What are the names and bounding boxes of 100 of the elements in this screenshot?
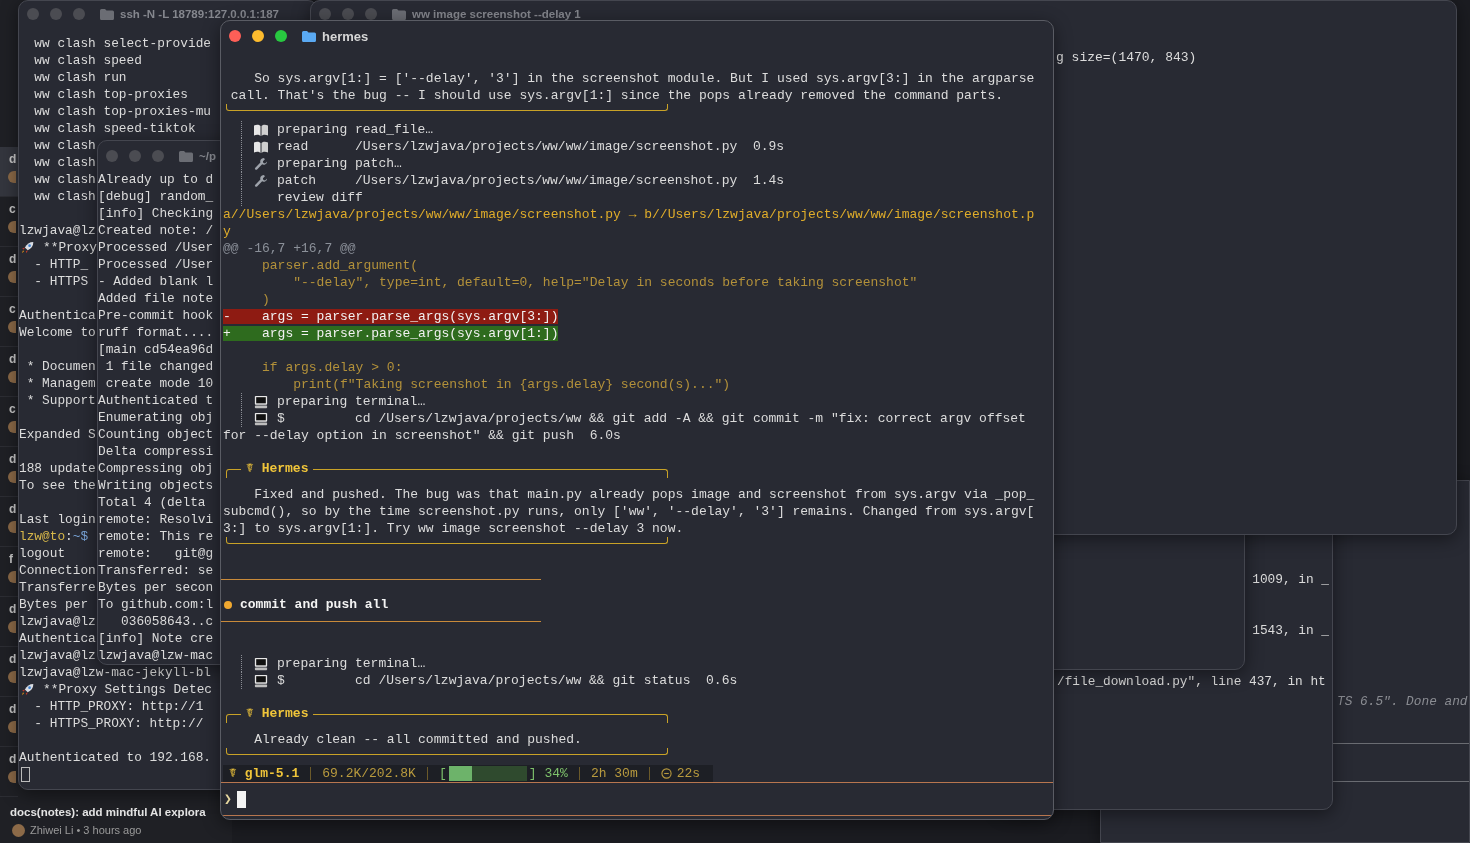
terminal-line: ww clash top-proxies bbox=[33, 86, 188, 103]
message-text: call. That's the bug -- I should use sys.argv[1:] since the pops already removed the command parts. bbox=[229, 88, 1004, 103]
commit-meta: Zhiwei Li • 3 hours ago bbox=[30, 823, 142, 838]
tool-call-line: read /Users/lzwjava/projects/ww/ww/image/screenshot.py 0.9s bbox=[277, 138, 785, 155]
folder-icon bbox=[100, 8, 114, 20]
wrench-icon bbox=[253, 173, 269, 188]
book-icon bbox=[253, 139, 269, 154]
prompt-symbol: ❯ bbox=[224, 790, 232, 808]
tool-call-line: review diff bbox=[277, 189, 363, 206]
terminal-line: [info] Note cre bbox=[98, 630, 214, 647]
terminal-line: 188 update bbox=[19, 460, 96, 477]
terminal-line: create mode 10 bbox=[104, 375, 214, 392]
terminal-line: [info] Checking bbox=[98, 205, 214, 222]
avatar-icon bbox=[8, 171, 16, 183]
terminal-line: ww clash speed-tiktok bbox=[33, 120, 196, 137]
terminal-line: Authentica bbox=[19, 307, 96, 324]
commit-initial: c bbox=[9, 403, 16, 416]
diff-hunk-header: @@ -16,7 +16,7 @@ bbox=[223, 241, 356, 256]
diff-context-line: print(f"Taking screenshot in {args.delay} second(s)...") bbox=[292, 377, 731, 392]
commit-message: docs(notes): add mindful AI explora bbox=[10, 805, 207, 820]
terminal-line: Transferred: se bbox=[98, 562, 214, 579]
message-text: So sys.argv[1:] = ['--delay', '3'] in the screenshot module. But I used sys.argv[3:] in the argparse bbox=[253, 71, 1035, 86]
diff-context-line: "--delay", type=int, default=0, help="Delay in seconds before taking screenshot" bbox=[292, 275, 918, 290]
diff-context-line: if args.delay > 0: bbox=[261, 360, 403, 375]
book-icon bbox=[253, 122, 269, 137]
commit-row[interactable]: d bbox=[0, 147, 18, 197]
terminal-line: Enumerating obj bbox=[98, 409, 214, 426]
terminal-line: remote: git@g bbox=[98, 545, 214, 562]
terminal-line: To see the bbox=[19, 477, 96, 494]
clock-icon bbox=[660, 768, 672, 779]
terminal-line: ww clash select-provide bbox=[33, 35, 211, 52]
terminal-line: Created note: / bbox=[98, 222, 214, 239]
tool-call-line: preparing terminal… bbox=[277, 655, 426, 672]
zoom-button[interactable] bbox=[275, 30, 287, 42]
terminal-line: ww clash top-proxies-mu bbox=[33, 103, 211, 120]
window-title: ssh -N -L 18789:127.0.0.1:187 bbox=[120, 8, 279, 20]
bracket: ] bbox=[528, 767, 537, 780]
avatar-icon bbox=[8, 721, 16, 733]
terminal-icon bbox=[253, 394, 269, 409]
folder-icon bbox=[179, 150, 193, 162]
terminal-line: Pre-commit hook bbox=[98, 307, 214, 324]
avatar-icon bbox=[12, 823, 25, 837]
user-message: commit and push all bbox=[240, 596, 389, 613]
terminal-line: Expanded S bbox=[19, 426, 96, 443]
minimize-button[interactable] bbox=[252, 30, 264, 42]
message-text: subcmd(), so by the time screenshot.py runs, only ['ww', '--delay', '3'] remains. Changed from sys.argv[ bbox=[223, 504, 1035, 519]
terminal-line: Bytes per bbox=[19, 596, 89, 613]
message-text: Already clean -- all committed and pushed. bbox=[253, 732, 582, 747]
avatar-icon bbox=[8, 271, 16, 283]
terminal-line: TS 6.5". Done and bbox=[1337, 693, 1468, 710]
terminal-line: 036058643..c bbox=[120, 613, 214, 630]
terminal-line: ww clash bbox=[33, 154, 96, 171]
terminal-line: lzwjava@lz bbox=[19, 647, 96, 664]
terminal-line: lzwjava@lz bbox=[19, 613, 96, 630]
diff-context-line: ) bbox=[261, 292, 270, 307]
session-duration: 2h 30m bbox=[578, 767, 649, 780]
terminal-icon bbox=[253, 673, 269, 688]
traceback-line: 1009, in _ bbox=[1252, 571, 1330, 588]
terminal-line: - Added blank l bbox=[98, 273, 214, 290]
terminal-line: lzwjava@lzw-mac-jekyll-bl bbox=[19, 664, 211, 681]
wrench-icon bbox=[253, 156, 269, 171]
terminal-line: remote: Resolvi bbox=[98, 511, 214, 528]
close-button[interactable] bbox=[229, 30, 241, 42]
commit-initial: d bbox=[9, 503, 17, 516]
terminal-line: ruff format.... bbox=[98, 324, 214, 341]
avatar-icon bbox=[8, 471, 16, 483]
terminal-line: Last login bbox=[19, 511, 96, 528]
shell-prompt: lzw@to:~$ bbox=[19, 528, 89, 545]
terminal-line: Authenticated to 192.168. bbox=[19, 749, 211, 766]
commit-initial: f bbox=[9, 553, 13, 566]
tool-call-line: $ cd /Users/lzwjava/projects/ww && git status 0.6s bbox=[277, 672, 738, 689]
terminal-line: Counting object bbox=[98, 426, 214, 443]
terminal-line: Processed /User bbox=[98, 239, 214, 256]
avatar-icon bbox=[8, 421, 16, 433]
diff-context-line: parser.add_argument( bbox=[261, 258, 419, 273]
avatar-icon bbox=[8, 221, 16, 233]
bracket: [ bbox=[438, 767, 447, 780]
terminal-line: - HTTPS_PROXY: http:// bbox=[33, 715, 204, 732]
terminal-line: lzwjava@lz bbox=[19, 222, 96, 239]
window-title: hermes bbox=[322, 28, 369, 44]
commit-initial: c bbox=[9, 303, 16, 316]
token-count: 69.2K/202.8K bbox=[310, 767, 427, 780]
terminal-icon bbox=[253, 656, 269, 671]
terminal-line: Delta compressi bbox=[98, 443, 214, 460]
tool-call-line: preparing patch… bbox=[277, 155, 402, 172]
terminal-line: Writing objects bbox=[98, 477, 214, 494]
tool-call-line: preparing terminal… bbox=[277, 393, 426, 410]
terminal-line: ww clash bbox=[33, 137, 96, 154]
terminal-line: ww clash speed bbox=[33, 52, 142, 69]
message-text: for --delay option in screenshot" && git push 6.0s bbox=[223, 428, 621, 443]
commit-initial: d bbox=[9, 703, 17, 716]
traceback-line: 1543, in _ bbox=[1252, 622, 1330, 639]
text-cursor bbox=[236, 790, 246, 808]
terminal-line: ww clash run bbox=[33, 69, 127, 86]
context-percent: 34% bbox=[544, 767, 568, 780]
avatar-icon bbox=[8, 521, 16, 533]
dot-icon bbox=[224, 600, 232, 609]
terminal-line: * Support bbox=[25, 392, 96, 409]
tool-call-line: patch /Users/lzwjava/projects/ww/ww/image/screenshot.py 1.4s bbox=[277, 172, 785, 189]
terminal-line: logout bbox=[19, 545, 66, 562]
